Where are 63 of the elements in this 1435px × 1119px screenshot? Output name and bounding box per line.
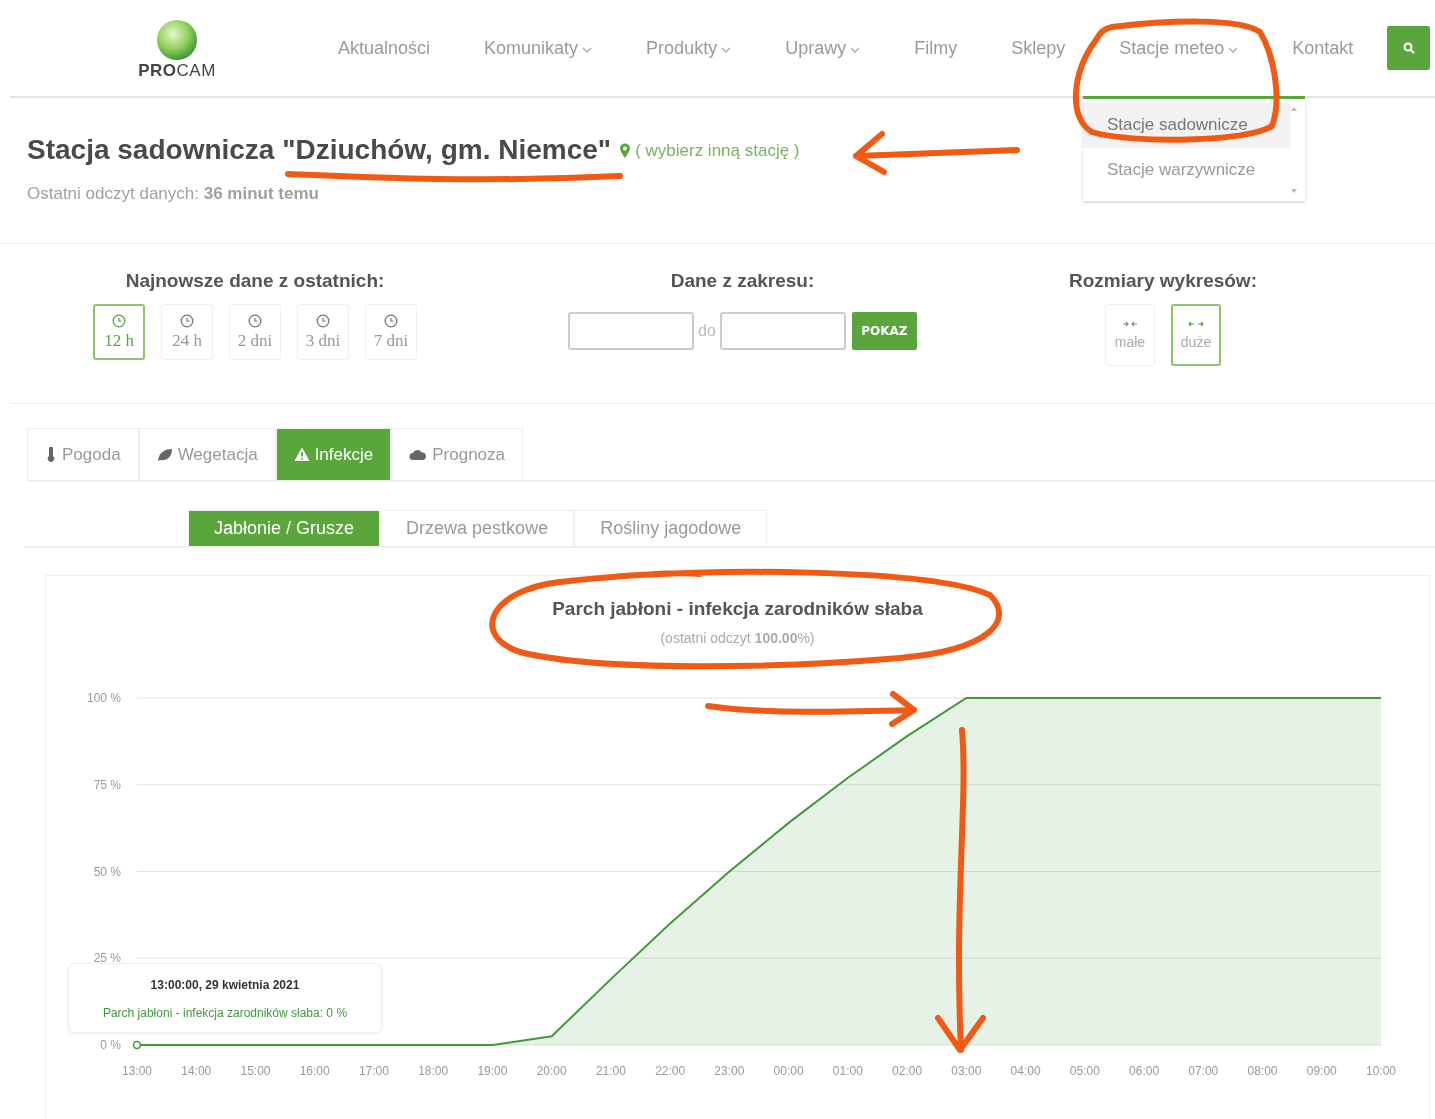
size-button[interactable]: duże: [1171, 304, 1221, 366]
nav-link[interactable]: Stacje meteo: [1119, 37, 1239, 59]
menu-item[interactable]: Stacje warzywnicze: [1083, 148, 1291, 193]
tooltip-time: 13:00:00, 29 kwietnia 2021: [149, 978, 301, 992]
subtab[interactable]: Drzewa pestkowe: [380, 510, 575, 546]
chart-title: Parch jabłoni - infekcja zarodników słaba: [551, 598, 924, 620]
last-read-text: Ostatni odczyt danych: 36 minut temu: [27, 184, 320, 204]
x-axis-label: 04:00: [1010, 1064, 1041, 1078]
chart-subtitle: (ostatni odczyt 100.00%): [659, 630, 816, 646]
x-axis-label: 19:00: [477, 1064, 508, 1078]
subtab[interactable]: Rośliny jagodowe: [574, 510, 768, 546]
separator-text: do: [698, 322, 716, 340]
tab[interactable]: Wegetacja: [138, 428, 276, 480]
section-heading: Najnowsze dane z ostatnich:: [125, 270, 385, 292]
x-axis-label: 23:00: [714, 1064, 745, 1078]
logo[interactable]: PROCAM: [138, 61, 216, 81]
section-heading: Dane z zakresu:: [670, 270, 815, 292]
nav-link[interactable]: Filmy: [914, 37, 958, 59]
range-button[interactable]: 2 dni: [229, 304, 281, 360]
range-button[interactable]: 24 h: [161, 304, 213, 360]
tab[interactable]: Infekcje: [275, 428, 392, 480]
nav-link[interactable]: Kontakt: [1292, 37, 1354, 59]
x-axis-label: 14:00: [181, 1064, 212, 1078]
x-axis-label: 17:00: [358, 1064, 389, 1078]
y-axis-label: 0 %: [100, 1038, 121, 1052]
x-axis-label: 10:00: [1366, 1064, 1396, 1078]
x-axis-label: 20:00: [536, 1064, 567, 1078]
section-heading: Rozmiary wykresów:: [1069, 270, 1257, 292]
range-button[interactable]: 12 h: [93, 304, 145, 360]
x-axis-label: 05:00: [1069, 1064, 1100, 1078]
show-button[interactable]: POKAZ: [851, 312, 917, 350]
x-axis-label: 15:00: [240, 1064, 271, 1078]
nav-link[interactable]: Produkty: [646, 37, 732, 59]
y-axis-label: 50 %: [93, 864, 121, 879]
nav-link[interactable]: Aktualności: [338, 37, 431, 59]
nav-link[interactable]: Sklepy: [1011, 37, 1066, 59]
x-axis-label: 16:00: [299, 1064, 330, 1078]
x-axis-label: 21:00: [595, 1064, 626, 1078]
tooltip-value: Parch jabłoni - infekcja zarodników słaba: 0 %: [101, 1006, 349, 1020]
change-station-link[interactable]: ( wybierz inną stację ): [619, 141, 800, 161]
x-axis-label: 07:00: [1188, 1064, 1219, 1078]
x-axis-label: 02:00: [892, 1064, 923, 1078]
x-axis-label: 00:00: [773, 1064, 804, 1078]
size-button[interactable]: małe: [1105, 304, 1155, 366]
x-axis-label: 08:00: [1247, 1064, 1278, 1078]
y-axis-label: 25 %: [93, 951, 121, 966]
x-axis-label: 09:00: [1306, 1064, 1337, 1078]
range-button[interactable]: 3 dni: [297, 304, 349, 360]
tab[interactable]: Prognoza: [391, 428, 523, 480]
y-axis-label: 100 %: [86, 691, 121, 705]
x-axis-label: 03:00: [951, 1064, 982, 1078]
x-axis-label: 18:00: [418, 1064, 449, 1078]
x-axis-label: 13:00: [122, 1064, 152, 1078]
station-title: Stacja sadownicza "Dziuchów, gm. Niemce": [27, 134, 612, 166]
nav-link[interactable]: Uprawy: [785, 37, 861, 59]
x-axis-label: 06:00: [1129, 1064, 1160, 1078]
y-axis-label: 75 %: [93, 777, 121, 792]
range-button[interactable]: 7 dni: [365, 304, 417, 360]
subtab[interactable]: Jabłonie / Grusze: [188, 510, 381, 546]
tab[interactable]: Pogoda: [27, 428, 139, 480]
x-axis-label: 01:00: [832, 1064, 863, 1078]
x-axis-label: 22:00: [655, 1064, 686, 1078]
nav-link[interactable]: Komunikaty: [484, 37, 593, 59]
